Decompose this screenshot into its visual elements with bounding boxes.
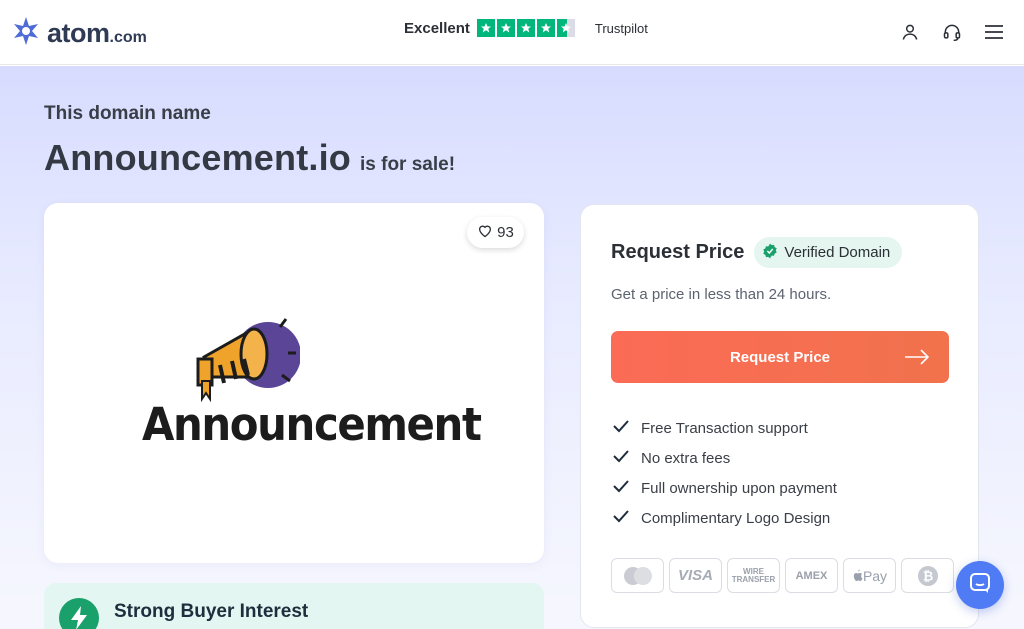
- trustpilot-rating[interactable]: Excellent Trustpilot: [404, 19, 648, 37]
- checkmark-icon: [613, 479, 629, 497]
- request-price-button[interactable]: Request Price: [611, 331, 949, 383]
- request-price-card: Request Price Verified Domain Get a pric…: [580, 204, 979, 628]
- favorite-button[interactable]: 93: [467, 217, 524, 248]
- benefit-item: Free Transaction support: [613, 413, 837, 443]
- menu-icon[interactable]: [982, 20, 1006, 44]
- brand-name: atom: [47, 18, 110, 48]
- star-icon: [536, 19, 555, 37]
- headset-icon[interactable]: [940, 20, 964, 44]
- apple-pay-label: Pay: [862, 567, 888, 584]
- benefits-list: Free Transaction support No extra fees F…: [613, 413, 837, 533]
- brand-tld: .com: [109, 29, 147, 46]
- star-icon: [476, 19, 495, 37]
- trustpilot-label: Trustpilot: [594, 20, 648, 36]
- request-price-button-label: Request Price: [729, 348, 831, 366]
- checkmark-icon: [613, 419, 629, 437]
- verified-domain-label: Verified Domain: [784, 244, 891, 261]
- mastercard-icon: [611, 558, 664, 593]
- header-actions: [898, 20, 1006, 44]
- benefit-label: Free Transaction support: [641, 419, 808, 437]
- benefit-item: No extra fees: [613, 443, 837, 473]
- for-sale-text: is for sale!: [360, 154, 456, 175]
- amex-icon: AMEX: [785, 558, 838, 593]
- wire-transfer-icon: WIRE TRANSFER: [727, 558, 780, 593]
- benefit-item: Complimentary Logo Design: [613, 503, 837, 533]
- lightning-icon: [59, 598, 99, 629]
- arrow-right-icon: [903, 346, 931, 372]
- hero-overline: This domain name: [44, 103, 211, 124]
- chat-support-button[interactable]: [956, 561, 1004, 609]
- price-card-title: Request Price: [611, 241, 745, 263]
- star-icon: [516, 19, 535, 37]
- logo-wordmark: Announcement: [142, 398, 482, 451]
- bitcoin-icon: ₿: [901, 558, 954, 593]
- buyer-interest-card: Strong Buyer Interest: [44, 583, 544, 629]
- chat-icon: [968, 571, 992, 600]
- svg-text:₿: ₿: [922, 569, 933, 584]
- apple-pay-icon: Pay: [843, 558, 896, 593]
- favorite-count: 93: [497, 224, 514, 241]
- checkmark-icon: [613, 449, 629, 467]
- benefit-label: Complimentary Logo Design: [641, 509, 831, 527]
- price-card-subtitle: Get a price in less than 24 hours.: [611, 286, 832, 303]
- payment-methods: VISA WIRE TRANSFER AMEX Pay ₿: [611, 558, 954, 593]
- atom-star-icon: [11, 16, 41, 51]
- rating-stars: [476, 19, 575, 37]
- half-star-icon: [556, 19, 575, 37]
- buyer-interest-title: Strong Buyer Interest: [114, 601, 309, 622]
- star-icon: [496, 19, 515, 37]
- domain-name: Announcement.io: [44, 137, 351, 178]
- price-card-header: Request Price Verified Domain: [611, 237, 903, 268]
- checkmark-icon: [613, 509, 629, 527]
- benefit-label: No extra fees: [641, 449, 731, 467]
- heart-icon: [477, 223, 493, 242]
- user-icon[interactable]: [898, 20, 922, 44]
- rating-label: Excellent: [404, 19, 470, 37]
- verified-check-icon: [762, 243, 778, 263]
- top-navigation-bar: atom.com Excellent Trustpilot: [0, 0, 1024, 65]
- domain-logo-card: 93 Announcement: [44, 203, 544, 563]
- benefit-item: Full ownership upon payment: [613, 473, 837, 503]
- visa-icon: VISA: [669, 558, 722, 593]
- brand-logo[interactable]: atom.com: [11, 16, 147, 51]
- hero-title: Announcement.io is for sale!: [44, 137, 455, 179]
- benefit-label: Full ownership upon payment: [641, 479, 837, 497]
- verified-domain-badge: Verified Domain: [754, 237, 903, 268]
